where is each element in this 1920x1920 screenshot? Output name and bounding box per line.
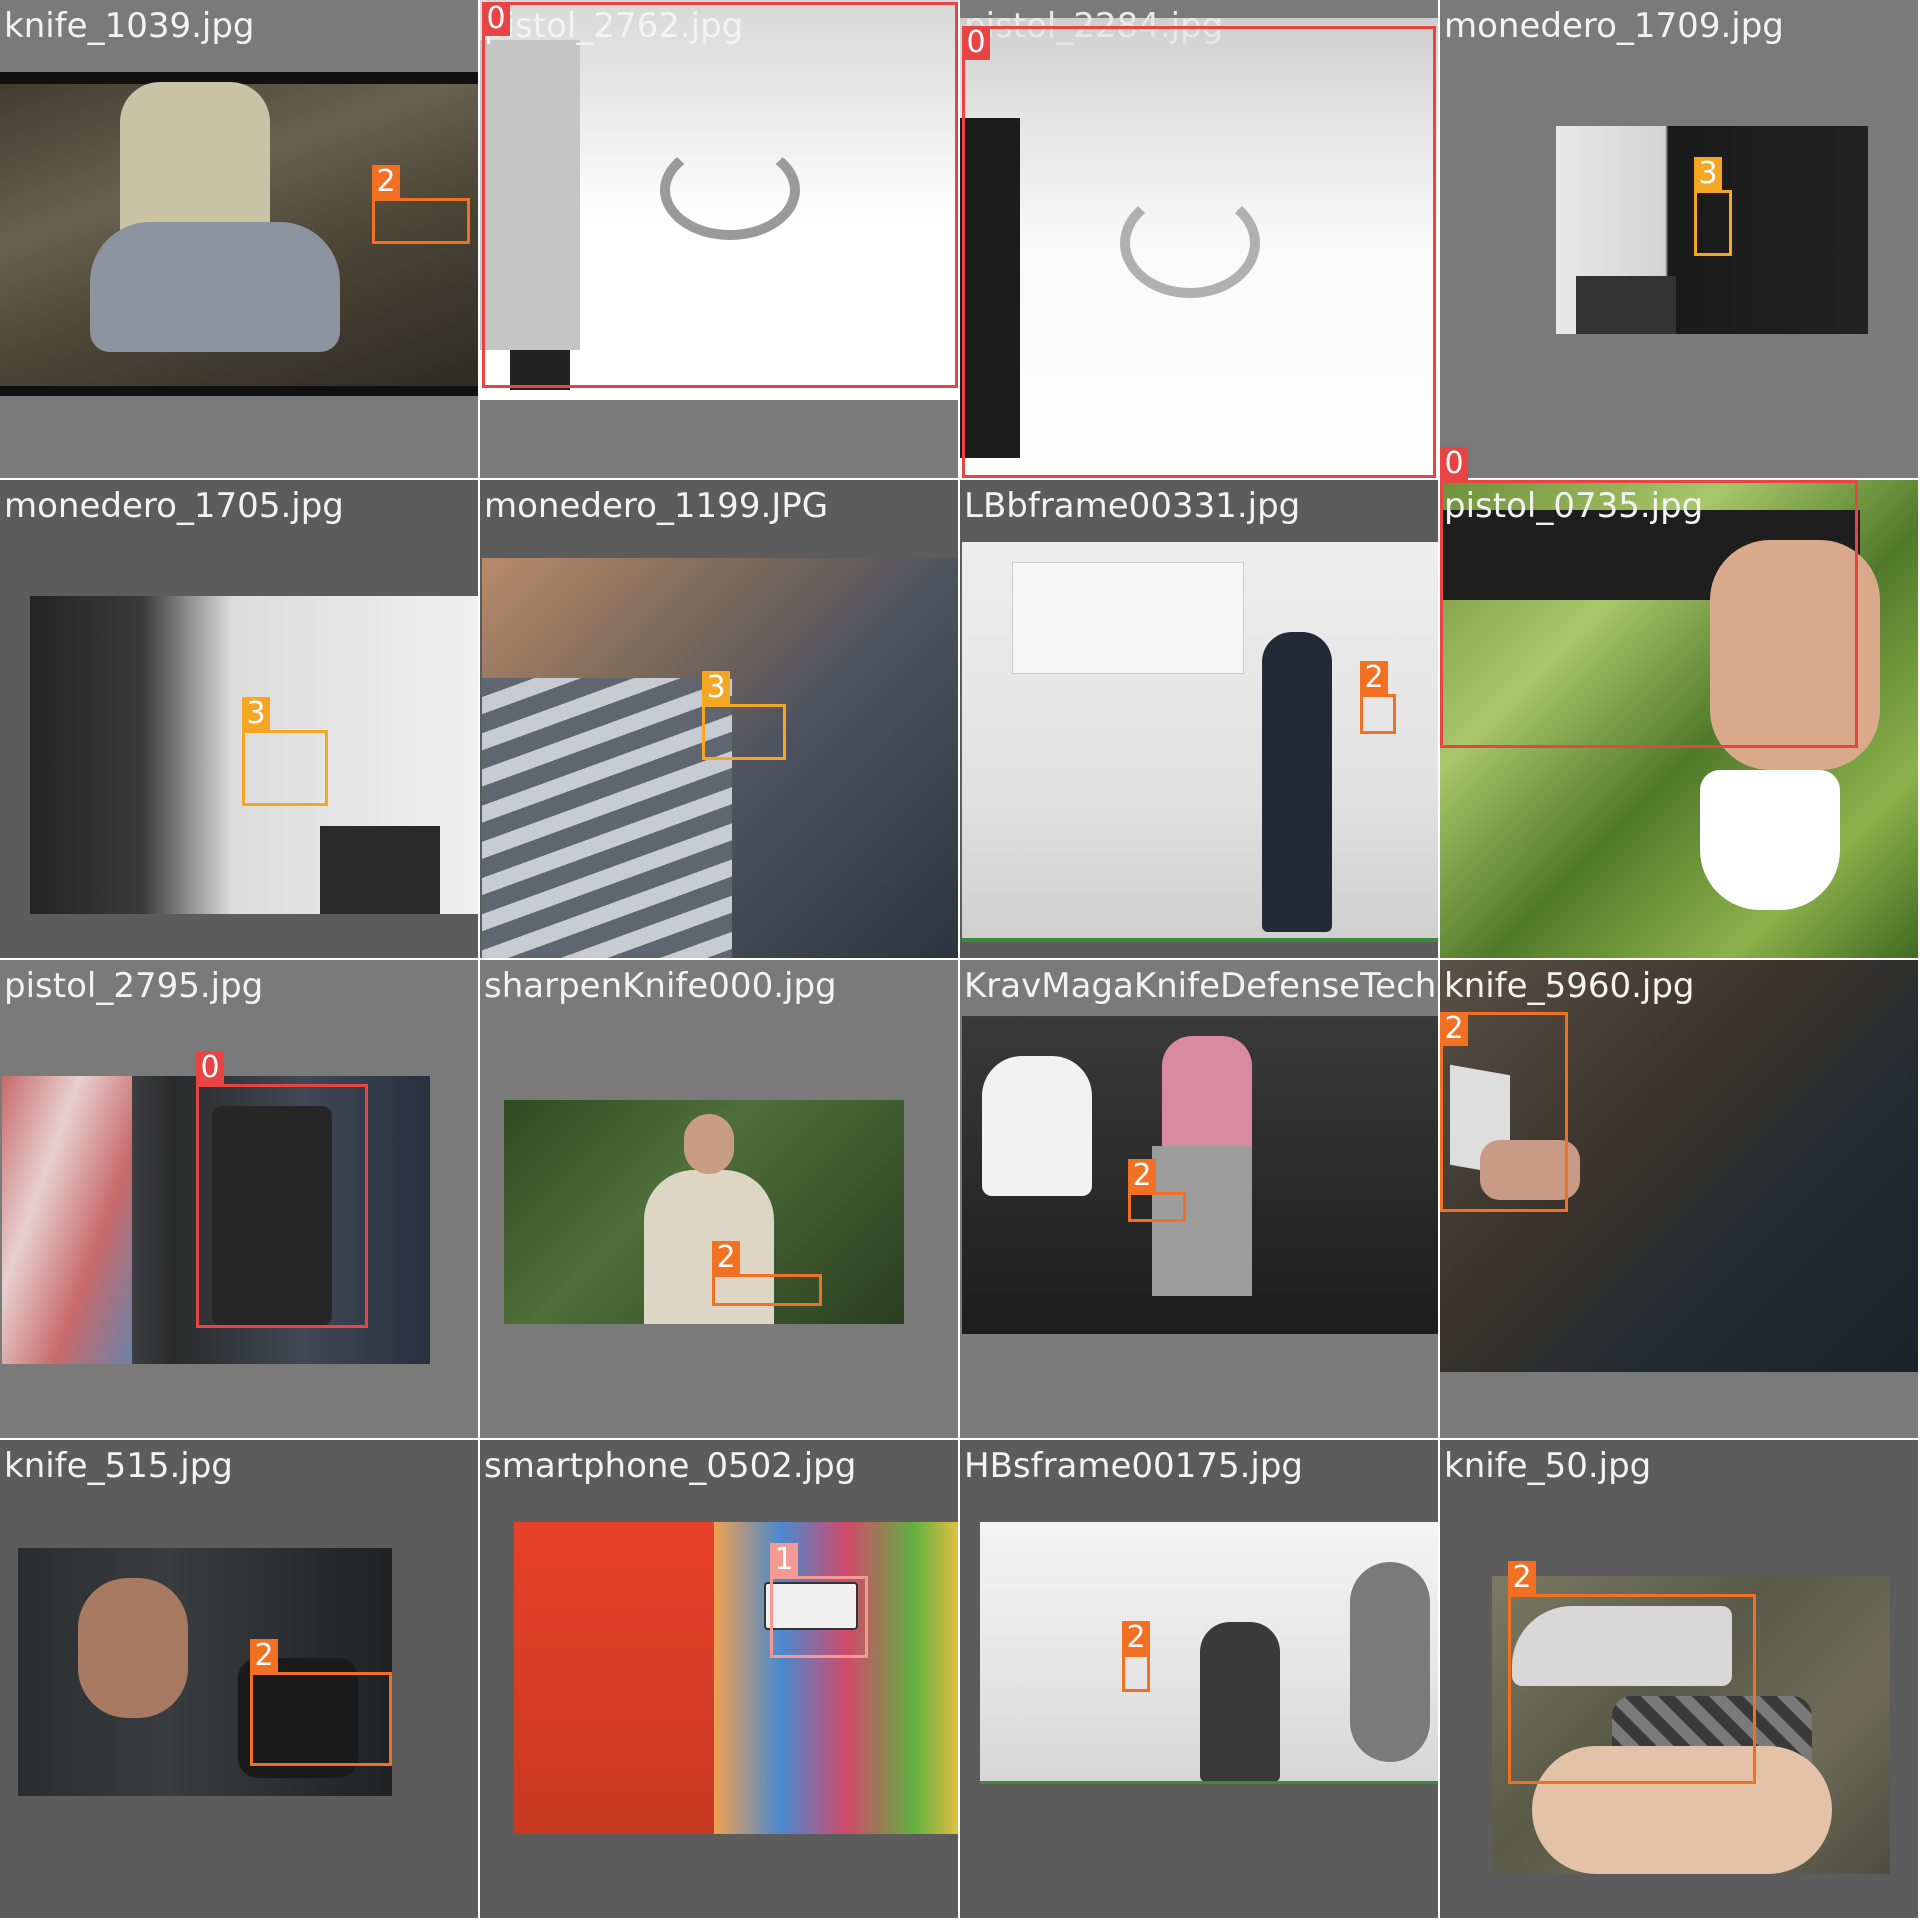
class-label: 2 xyxy=(1360,661,1388,695)
image-filename: smartphone_0502.jpg xyxy=(484,1446,857,1486)
bounding-box: 3 xyxy=(242,697,328,806)
class-label: 3 xyxy=(702,671,730,705)
mosaic-tile: pistol_2762.jpg 0 xyxy=(480,0,960,480)
image-filename: knife_1039.jpg xyxy=(4,6,255,46)
person-knife-photo xyxy=(980,1522,1438,1784)
image-filename: knife_50.jpg xyxy=(1444,1446,1652,1486)
image-filename: pistol_2795.jpg xyxy=(4,966,264,1006)
bounding-box: 0 xyxy=(482,2,958,388)
mosaic-tile: sharpenKnife000.jpg 2 xyxy=(480,960,960,1440)
mosaic-tile: monedero_1709.jpg 3 xyxy=(1440,0,1920,480)
mosaic-tile: pistol_2284.jpg 0 xyxy=(960,0,1440,480)
validation-batch-mosaic: knife_1039.jpg 2 pistol_2762.jpg 0 pisto… xyxy=(0,0,1920,1920)
class-label: 0 xyxy=(482,2,510,36)
bounding-box: 1 xyxy=(770,1543,868,1658)
mosaic-tile: pistol_0735.jpg 0 xyxy=(1440,447,1920,960)
mosaic-tile: HBsframe00175.jpg 2 xyxy=(960,1440,1440,1920)
bounding-box: 0 xyxy=(962,26,1436,478)
bounding-box: 2 xyxy=(1508,1561,1756,1784)
image-filename: KravMagaKnifeDefenseTech xyxy=(964,966,1437,1006)
image-filename: HBsframe00175.jpg xyxy=(964,1446,1304,1486)
bounding-box: 2 xyxy=(250,1639,392,1766)
mosaic-tile: knife_1039.jpg 2 xyxy=(0,0,480,480)
knife-photo xyxy=(504,1100,904,1324)
bounding-box: 2 xyxy=(712,1241,822,1306)
image-filename: knife_5960.jpg xyxy=(1444,966,1695,1006)
fight-photo xyxy=(962,1016,1438,1334)
bounding-box: 2 xyxy=(1128,1159,1186,1222)
image-filename: knife_515.jpg xyxy=(4,1446,233,1486)
bounding-box: 2 xyxy=(1440,1012,1568,1212)
person-knife-photo xyxy=(962,542,1438,942)
class-label: 2 xyxy=(712,1241,740,1275)
class-label: 3 xyxy=(1694,157,1722,191)
class-label: 2 xyxy=(372,165,400,199)
class-label: 0 xyxy=(962,26,990,60)
class-label: 3 xyxy=(242,697,270,731)
image-filename: monedero_1199.JPG xyxy=(484,486,829,526)
bounding-box: 2 xyxy=(1360,661,1396,734)
mosaic-tile: knife_5960.jpg 2 xyxy=(1440,960,1920,1440)
bounding-box: 3 xyxy=(1694,157,1732,256)
class-label: 2 xyxy=(250,1639,278,1673)
mosaic-tile: knife_515.jpg 2 xyxy=(0,1440,480,1920)
class-label: 2 xyxy=(1128,1159,1156,1193)
class-label: 1 xyxy=(770,1543,798,1577)
mosaic-tile: monedero_1199.JPG 3 xyxy=(480,480,960,960)
class-label: 2 xyxy=(1122,1621,1150,1655)
class-label: 2 xyxy=(1508,1561,1536,1595)
mosaic-tile: LBbframe00331.jpg 2 xyxy=(960,480,1440,960)
image-filename: monedero_1705.jpg xyxy=(4,486,344,526)
image-filename: monedero_1709.jpg xyxy=(1444,6,1784,46)
mosaic-tile: KravMagaKnifeDefenseTech 2 xyxy=(960,960,1440,1440)
image-filename: sharpenKnife000.jpg xyxy=(484,966,837,1006)
mosaic-tile: knife_50.jpg 2 xyxy=(1440,1440,1920,1920)
bounding-box: 0 xyxy=(1440,447,1858,748)
class-label: 0 xyxy=(1440,447,1468,481)
bounding-box: 0 xyxy=(196,1051,368,1328)
smartphone-photo xyxy=(514,1522,958,1834)
mosaic-tile: pistol_2795.jpg 0 xyxy=(0,960,480,1440)
bounding-box: 2 xyxy=(372,165,470,244)
mosaic-tile: monedero_1705.jpg 3 xyxy=(0,480,480,960)
mosaic-tile: smartphone_0502.jpg 1 xyxy=(480,1440,960,1920)
class-label: 0 xyxy=(196,1051,224,1085)
class-label: 2 xyxy=(1440,1012,1468,1046)
bounding-box: 3 xyxy=(702,671,786,760)
bounding-box: 2 xyxy=(1122,1621,1150,1692)
image-filename: LBbframe00331.jpg xyxy=(964,486,1301,526)
